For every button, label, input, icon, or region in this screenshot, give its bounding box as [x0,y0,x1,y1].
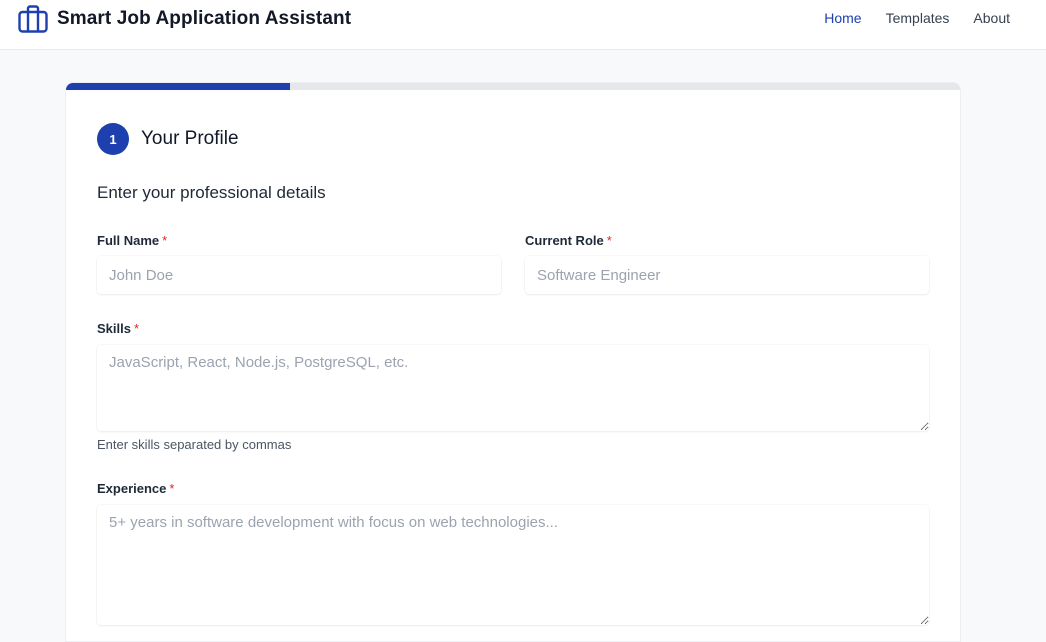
top-navigation-bar: Smart Job Application Assistant Home Tem… [0,0,1046,50]
progress-bar [66,83,960,90]
section-title: Enter your professional details [97,183,326,202]
current-role-label-text: Current Role [525,233,604,248]
step-title: Your Profile [141,128,239,149]
main-nav: Home Templates About [824,10,1010,26]
app-title: Smart Job Application Assistant [57,8,352,29]
required-marker: * [133,321,140,336]
current-role-label: Current Role * [525,233,612,248]
step-number-badge: 1 [97,123,129,155]
skills-label-text: Skills [97,321,131,336]
experience-textarea[interactable] [97,505,929,625]
brand[interactable]: Smart Job Application Assistant [18,5,351,33]
experience-label: Experience * [97,481,174,496]
step-header: 1 Your Profile [97,123,239,155]
progress-bar-fill [66,83,290,90]
nav-link-templates[interactable]: Templates [886,10,950,26]
skills-textarea[interactable] [97,345,929,431]
nav-link-about[interactable]: About [973,10,1010,26]
required-marker: * [606,233,612,248]
skills-label: Skills * [97,321,139,336]
full-name-input[interactable] [97,256,501,294]
required-marker: * [162,233,168,248]
required-marker: * [169,481,175,496]
full-name-label-text: Full Name [97,233,160,248]
skills-hint: Enter skills separated by commas [97,437,292,452]
nav-link-home[interactable]: Home [824,10,861,26]
experience-label-text: Experience [97,481,167,496]
briefcase-icon [18,5,48,33]
current-role-input[interactable] [525,256,929,294]
wizard-card: 1 Your Profile Enter your professional d… [65,82,961,642]
full-name-label: Full Name * [97,233,167,248]
